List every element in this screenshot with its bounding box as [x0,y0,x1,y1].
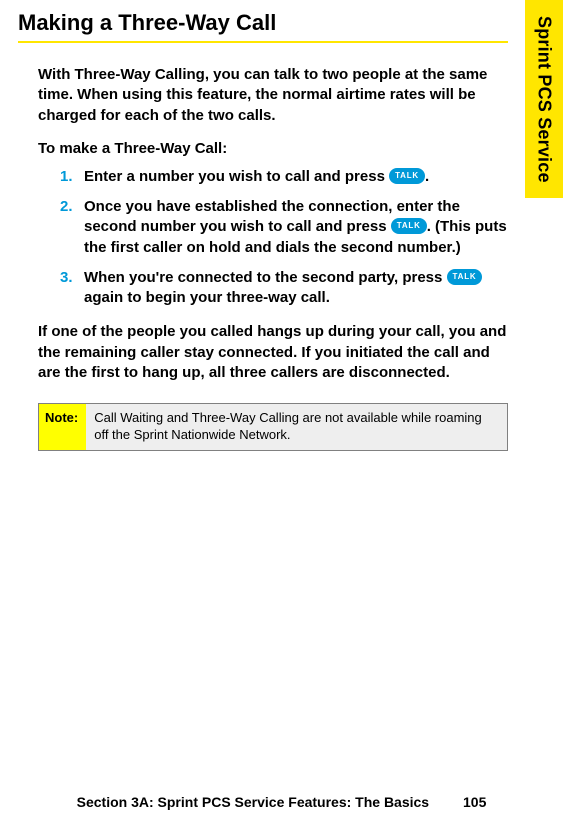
note-body: Call Waiting and Three-Way Calling are n… [86,404,507,450]
step-number: 2. [60,197,73,217]
page-content: Making a Three-Way Call With Three-Way C… [0,0,563,451]
outro-text: If one of the people you called hangs up… [18,322,518,383]
side-tab: Sprint PCS Service [525,0,563,198]
step-text-post: . [425,168,429,185]
talk-button-icon: TALK [447,269,483,285]
step-number: 3. [60,268,73,288]
page-footer: Section 3A: Sprint PCS Service Features:… [0,794,563,810]
step-item: 3. When you're connected to the second p… [60,268,508,309]
intro-text: With Three-Way Calling, you can talk to … [18,65,518,126]
talk-button-icon: TALK [389,168,425,184]
talk-button-icon: TALK [391,218,427,234]
footer-section: Section 3A: Sprint PCS Service Features:… [77,794,429,810]
steps-list: 1. Enter a number you wish to call and p… [18,167,518,309]
heading-rule [18,41,508,43]
step-text-pre: When you're connected to the second part… [84,269,447,286]
note-box: Note: Call Waiting and Three-Way Calling… [38,403,508,451]
step-text-pre: Enter a number you wish to call and pres… [84,168,389,185]
footer-page-number: 105 [463,794,486,810]
note-label: Note: [39,404,86,450]
step-item: 2. Once you have established the connect… [60,197,508,258]
page-heading: Making a Three-Way Call [18,10,518,39]
step-item: 1. Enter a number you wish to call and p… [60,167,508,187]
step-number: 1. [60,167,73,187]
step-text-post: again to begin your three-way call. [84,289,330,306]
side-tab-label: Sprint PCS Service [534,16,555,183]
sub-heading: To make a Three-Way Call: [18,140,518,157]
